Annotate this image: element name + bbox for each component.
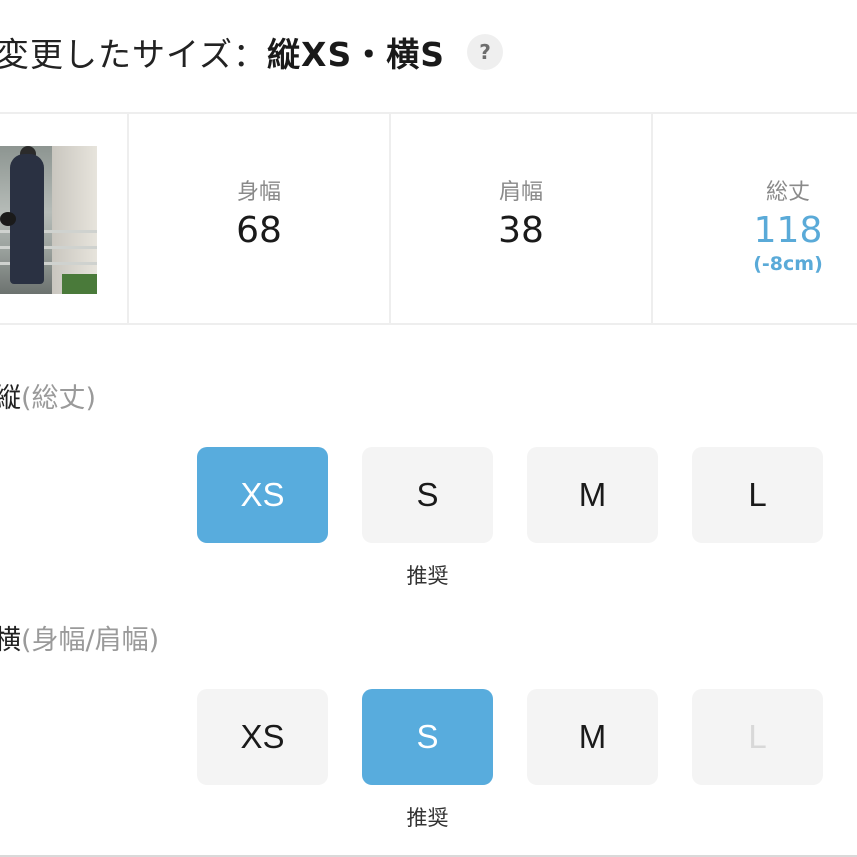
measurement-length: 総丈 118 (-8cm)	[653, 114, 857, 323]
horizontal-label: 横	[0, 625, 21, 656]
vertical-section-label: 縦(総丈)	[0, 376, 96, 415]
measurement-row: 身幅 68 肩幅 38 総丈 118 (-8cm)	[0, 112, 857, 325]
horizontal-size-xs[interactable]: XS	[197, 689, 328, 785]
measurement-value: 38	[498, 210, 544, 251]
question-icon[interactable]: ?	[467, 34, 503, 70]
product-thumbnail[interactable]	[0, 146, 97, 294]
horizontal-sub-label: (身幅/肩幅)	[21, 625, 160, 656]
horizontal-recommended-badge: 推奨	[406, 806, 449, 830]
vertical-label: 縦	[0, 383, 21, 414]
selected-size-summary: 縦XS・横S	[267, 35, 445, 74]
horizontal-section-label: 横(身幅/肩幅)	[0, 618, 159, 657]
measurement-diff: (-8cm)	[753, 253, 823, 275]
horizontal-size-l: L	[692, 689, 823, 785]
vertical-recommended-badge: 推奨	[406, 564, 449, 588]
product-thumbnail-cell	[0, 114, 129, 323]
measurement-value: 118	[753, 210, 823, 251]
measurement-label: 身幅	[236, 180, 281, 205]
vertical-sub-label: (総丈)	[21, 383, 97, 414]
vertical-size-options: XS S M L	[197, 447, 823, 543]
measurement-label: 総丈	[765, 180, 810, 205]
measurement-shoulder: 肩幅 38	[391, 114, 653, 323]
measurement-value: 68	[236, 210, 282, 251]
horizontal-size-s[interactable]: S	[362, 689, 493, 785]
vertical-size-l[interactable]: L	[692, 447, 823, 543]
size-change-panel: 変更したサイズ： 縦XS・横S ? 身幅 68 肩幅 38 総丈 118 (-8…	[0, 0, 857, 857]
vertical-size-m[interactable]: M	[527, 447, 658, 543]
header: 変更したサイズ： 縦XS・横S ?	[0, 22, 503, 82]
measurement-label: 肩幅	[498, 180, 543, 205]
measurement-chest: 身幅 68	[129, 114, 391, 323]
vertical-size-xs[interactable]: XS	[197, 447, 328, 543]
horizontal-size-options: XS S M L	[197, 689, 823, 785]
header-prefix: 変更したサイズ：	[0, 35, 268, 74]
horizontal-size-m[interactable]: M	[527, 689, 658, 785]
vertical-size-s[interactable]: S	[362, 447, 493, 543]
